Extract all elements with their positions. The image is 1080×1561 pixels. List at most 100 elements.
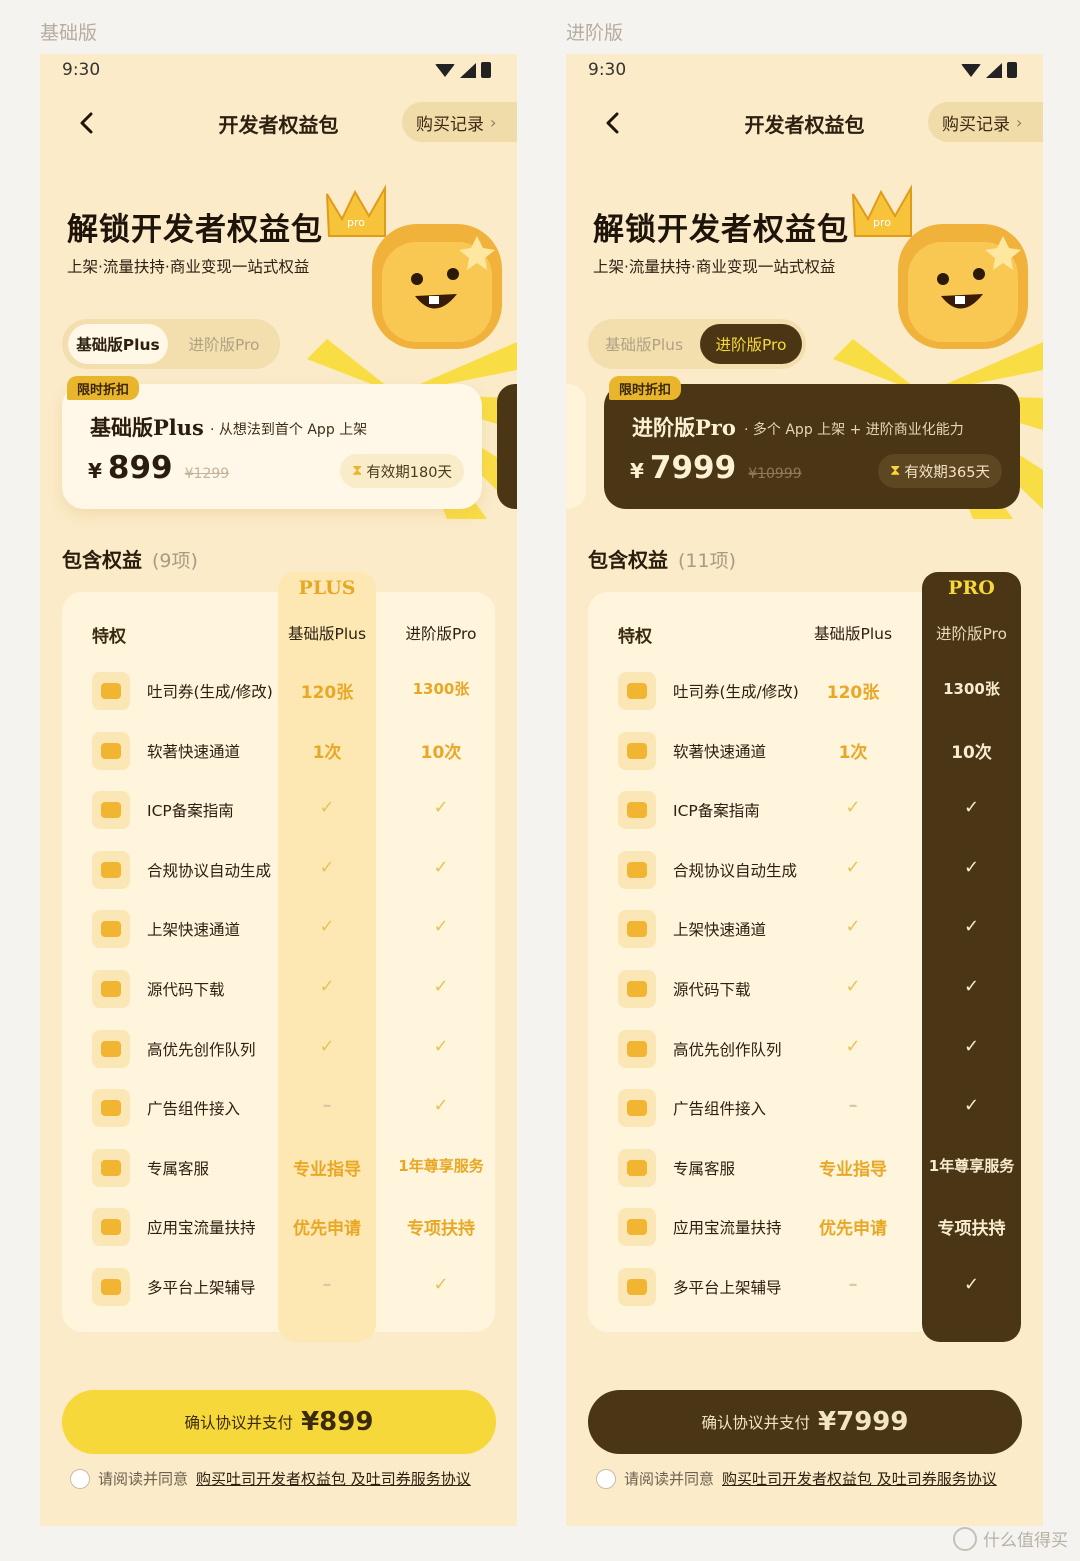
variant-label: 基础版: [40, 22, 98, 44]
table-row: 专属客服 专业指导 1年尊享服务: [588, 1139, 1021, 1199]
agree-prefix: 请阅读并同意: [98, 1470, 189, 1488]
cell-plus: ✓: [319, 916, 335, 938]
cell-pro: ✓: [963, 1035, 980, 1057]
row-label: ICP备案指南: [673, 802, 760, 821]
table-row: 专属客服 专业指导 1年尊享服务: [62, 1139, 495, 1199]
row-label: 高优先创作队列: [147, 1040, 256, 1059]
price-currency: ¥: [88, 459, 102, 483]
cell-plus: ✓: [845, 856, 861, 878]
hero-title: 解锁开发者权益包: [593, 212, 849, 248]
col-header-plus: 基础版Plus: [813, 625, 893, 643]
purchase-records-label: 购买记录: [416, 114, 484, 135]
row-label: 吐司券(生成/修改): [673, 683, 799, 701]
tab-advanced-pro[interactable]: 进阶版Pro: [700, 324, 802, 364]
col-header-pro: 进阶版Pro: [405, 625, 477, 643]
table-row: 软著快速通道 1次 10次: [62, 722, 495, 782]
cell-plus: ✓: [845, 797, 861, 819]
crown-badge-text: pro: [347, 216, 365, 229]
row-label: 吐司券(生成/修改): [147, 683, 273, 701]
hero-subtitle: 上架·流量扶持·商业变现一站式权益: [593, 258, 836, 276]
cell-pro: 10次: [951, 742, 992, 763]
table-row: 应用宝流量扶持 优先申请 专项扶持: [588, 1198, 1021, 1258]
hourglass-icon: ⧗: [352, 463, 363, 479]
sale-tag: 限时折扣: [67, 376, 140, 400]
cell-plus: –: [322, 1095, 332, 1117]
purchase-records-button[interactable]: 购买记录 ›: [402, 102, 517, 142]
purchase-records-button[interactable]: 购买记录 ›: [928, 102, 1043, 142]
section-count: (11项): [678, 550, 737, 572]
row-label: 合规协议自动生成: [673, 861, 798, 880]
cell-pro: ✓: [963, 976, 980, 997]
table-row: 吐司券(生成/修改) 120张 1300张: [62, 662, 495, 722]
cell-plus: 优先申请: [293, 1219, 361, 1240]
cell-plus: 1次: [312, 742, 342, 763]
lightning-icon: [92, 731, 130, 770]
agree-radio[interactable]: [70, 1468, 90, 1489]
price-card-basic[interactable]: 限时折扣 基础版Plus · 从想法到首个 App 上架 ¥ 899 ¥1299…: [62, 376, 482, 509]
cell-pro: ✓: [963, 1095, 980, 1117]
cell-plus: ✓: [319, 856, 335, 878]
clipboard-icon: [92, 791, 130, 830]
wifi-icon: [961, 63, 981, 77]
benefits-table: PRO 特权 基础版Plus 进阶版Pro 吐司券(生成/修改) 120张 1300…: [588, 572, 1021, 1342]
cell-plus: –: [848, 1274, 858, 1295]
layers-icon: [92, 1268, 130, 1306]
wifi-icon: [435, 63, 455, 77]
document-icon: [92, 850, 130, 889]
table-row: 源代码下载 ✓ ✓: [62, 960, 495, 1020]
row-label: 多平台上架辅导: [147, 1279, 256, 1297]
cell-pro: ✓: [433, 976, 449, 997]
hero-title: 解锁开发者权益包: [67, 212, 323, 248]
tab-basic-plus[interactable]: 基础版Plus: [68, 324, 168, 364]
validity-badge: ⧗ 有效期365天: [878, 454, 1002, 488]
cell-pro: 专项扶持: [407, 1219, 475, 1240]
agreement-link[interactable]: 购买吐司开发者权益包 及吐司券服务协议: [196, 1468, 471, 1489]
hero-subtitle: 上架·流量扶持·商业变现一站式权益: [67, 258, 310, 276]
puzzle-icon: [618, 1089, 656, 1128]
pay-button[interactable]: 确认协议并支付 ¥7999: [588, 1390, 1022, 1454]
code-file-icon: [92, 970, 130, 1008]
cell-pro: ✓: [433, 856, 449, 878]
prev-plan-card-peek[interactable]: [566, 384, 586, 509]
nav-bar: 开发者权益包 购买记录 ›: [566, 99, 1043, 149]
original-price: ¥1299: [184, 466, 230, 482]
table-row: 上架快速通道 ✓ ✓: [62, 900, 495, 960]
agree-radio[interactable]: [596, 1468, 616, 1489]
table-row: 广告组件接入 – ✓: [62, 1079, 495, 1139]
plan-name: 进阶版Pro: [632, 415, 736, 440]
cell-plus: ✓: [845, 976, 861, 997]
highlight-badge: PRO: [922, 572, 1021, 604]
nav-bar: 开发者权益包 购买记录 ›: [40, 99, 517, 149]
phone-screen-basic: 9:30 开发者权益包 购买记录 › pro 解锁开发者权益包 上架·流量扶持·…: [40, 54, 517, 1526]
phone-screen-advanced: 9:30 开发者权益包 购买记录 › pro 解锁开发者权益包 上架·流量扶持·…: [566, 54, 1043, 1526]
price-card-advanced[interactable]: 限时折扣 进阶版Pro · 多个 App 上架 + 进阶商业化能力 ¥ 7999…: [604, 376, 1020, 509]
watermark-logo-icon: [953, 1526, 977, 1551]
cell-plus: –: [848, 1095, 858, 1117]
cell-plus: ✓: [319, 976, 335, 997]
table-row: 多平台上架辅导 – ✓: [588, 1258, 1021, 1318]
pay-button[interactable]: 确认协议并支付 ¥899: [62, 1390, 496, 1454]
row-label: 软著快速通道: [147, 742, 241, 761]
agreement-link[interactable]: 购买吐司开发者权益包 及吐司券服务协议: [722, 1468, 997, 1489]
cell-pro: ✓: [433, 916, 449, 938]
plan-description: · 从想法到首个 App 上架: [210, 422, 368, 438]
headset-icon: [92, 1148, 130, 1187]
sale-tag: 限时折扣: [609, 376, 682, 400]
cellular-icon: [986, 62, 1002, 78]
section-title: 包含权益 (11项): [588, 544, 736, 573]
cell-plus: –: [322, 1274, 332, 1295]
row-label: 合规协议自动生成: [147, 861, 272, 880]
next-plan-card-peek[interactable]: [497, 384, 517, 509]
bar-chart-icon: [618, 1208, 656, 1247]
row-label: 广告组件接入: [673, 1100, 767, 1119]
col-header-privilege: 特权: [618, 627, 652, 647]
cell-plus: 120张: [300, 683, 354, 703]
table-row: 广告组件接入 – ✓: [588, 1079, 1021, 1139]
row-label: 上架快速通道: [673, 921, 767, 940]
col-header-pro: 进阶版Pro: [935, 625, 1008, 643]
tab-basic-plus[interactable]: 基础版Plus: [594, 324, 694, 364]
tab-advanced-pro[interactable]: 进阶版Pro: [174, 324, 274, 364]
toast-mascot-icon: pro: [852, 184, 1028, 349]
agreement-row: 请阅读并同意 购买吐司开发者权益包 及吐司券服务协议: [70, 1468, 471, 1489]
table-row: ICP备案指南 ✓ ✓: [588, 781, 1021, 841]
